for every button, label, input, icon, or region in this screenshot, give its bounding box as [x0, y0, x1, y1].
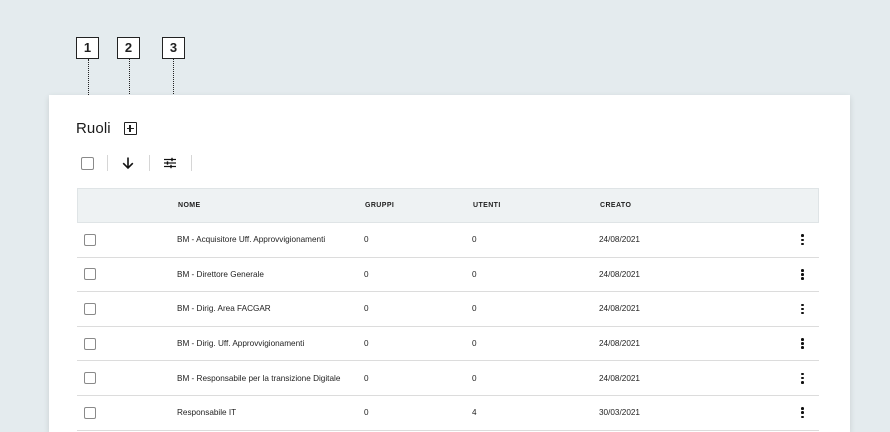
- table-row[interactable]: BM - Acquisitore Uff. Approvvigionamenti…: [77, 223, 819, 258]
- cell-gruppi: 0: [364, 304, 369, 314]
- table-header: NOME GRUPPI UTENTI CREATO: [77, 188, 819, 223]
- toolbar-divider: [149, 155, 150, 171]
- callout-1: 1: [76, 37, 99, 59]
- select-all-checkbox[interactable]: [81, 156, 94, 170]
- toolbar-divider: [191, 155, 192, 171]
- cell-creato: 24/08/2021: [599, 269, 640, 279]
- title-row: Ruoli: [76, 120, 137, 137]
- cell-utenti: 0: [472, 373, 477, 383]
- cell-gruppi: 0: [364, 408, 369, 418]
- cell-creato: 30/03/2021: [599, 408, 640, 418]
- row-checkbox[interactable]: [84, 302, 96, 315]
- kebab-menu-icon[interactable]: [801, 234, 804, 246]
- cell-gruppi: 0: [364, 339, 369, 349]
- arrow-down-icon: [122, 157, 134, 170]
- cell-utenti: 0: [472, 235, 477, 245]
- page-title: Ruoli: [76, 120, 111, 137]
- toolbar-divider: [107, 155, 108, 171]
- column-header-nome[interactable]: NOME: [178, 202, 365, 209]
- cell-nome: BM - Direttore Generale: [177, 269, 264, 279]
- cell-gruppi: 0: [364, 373, 369, 383]
- cell-nome: BM - Acquisitore Uff. Approvvigionamenti: [177, 235, 326, 245]
- kebab-menu-icon[interactable]: [801, 407, 804, 419]
- filter-button[interactable]: [163, 156, 177, 170]
- column-header-utenti[interactable]: UTENTI: [473, 202, 600, 209]
- cell-nome: BM - Responsabile per la transizione Dig…: [177, 373, 341, 383]
- roles-table: NOME GRUPPI UTENTI CREATO BM - Acquisito…: [77, 188, 819, 431]
- cell-creato: 24/08/2021: [599, 373, 640, 383]
- row-checkbox[interactable]: [84, 337, 96, 350]
- column-header-creato[interactable]: CREATO: [600, 202, 790, 209]
- kebab-menu-icon[interactable]: [801, 338, 804, 350]
- cell-gruppi: 0: [364, 269, 369, 279]
- callout-3: 3: [162, 37, 185, 59]
- cell-creato: 24/08/2021: [599, 235, 640, 245]
- cell-gruppi: 0: [364, 235, 369, 245]
- cell-nome: Responsabile IT: [177, 408, 237, 418]
- cell-utenti: 0: [472, 304, 477, 314]
- kebab-menu-icon[interactable]: [801, 268, 804, 280]
- cell-nome: BM - Dirig. Uff. Approvvigionamenti: [177, 339, 305, 349]
- cell-utenti: 4: [472, 408, 477, 418]
- table-row[interactable]: BM - Dirig. Uff. Approvvigionamenti 0 0 …: [77, 327, 819, 362]
- cell-creato: 24/08/2021: [599, 304, 640, 314]
- sliders-icon: [164, 157, 176, 169]
- table-row[interactable]: Responsabile IT 0 4 30/03/2021: [77, 396, 819, 431]
- row-checkbox[interactable]: [84, 372, 96, 385]
- column-header-gruppi[interactable]: GRUPPI: [365, 202, 473, 209]
- row-checkbox[interactable]: [84, 406, 96, 419]
- sort-button[interactable]: [121, 156, 135, 170]
- table-row[interactable]: BM - Direttore Generale 0 0 24/08/2021: [77, 258, 819, 293]
- kebab-menu-icon[interactable]: [801, 372, 804, 384]
- kebab-menu-icon[interactable]: [801, 303, 804, 315]
- cell-creato: 24/08/2021: [599, 339, 640, 349]
- toolbar: [81, 154, 192, 172]
- cell-nome: BM - Dirig. Area FACGAR: [177, 304, 271, 314]
- table-row[interactable]: BM - Responsabile per la transizione Dig…: [77, 361, 819, 396]
- cell-utenti: 0: [472, 339, 477, 349]
- roles-card: Ruoli NOME GRUPPI UTENTI CREATO BM - Acq…: [49, 95, 850, 432]
- callout-2: 2: [117, 37, 140, 59]
- row-checkbox[interactable]: [84, 268, 96, 281]
- table-row[interactable]: BM - Dirig. Area FACGAR 0 0 24/08/2021: [77, 292, 819, 327]
- cell-utenti: 0: [472, 269, 477, 279]
- plus-square-icon[interactable]: [123, 122, 137, 135]
- row-checkbox[interactable]: [84, 233, 96, 246]
